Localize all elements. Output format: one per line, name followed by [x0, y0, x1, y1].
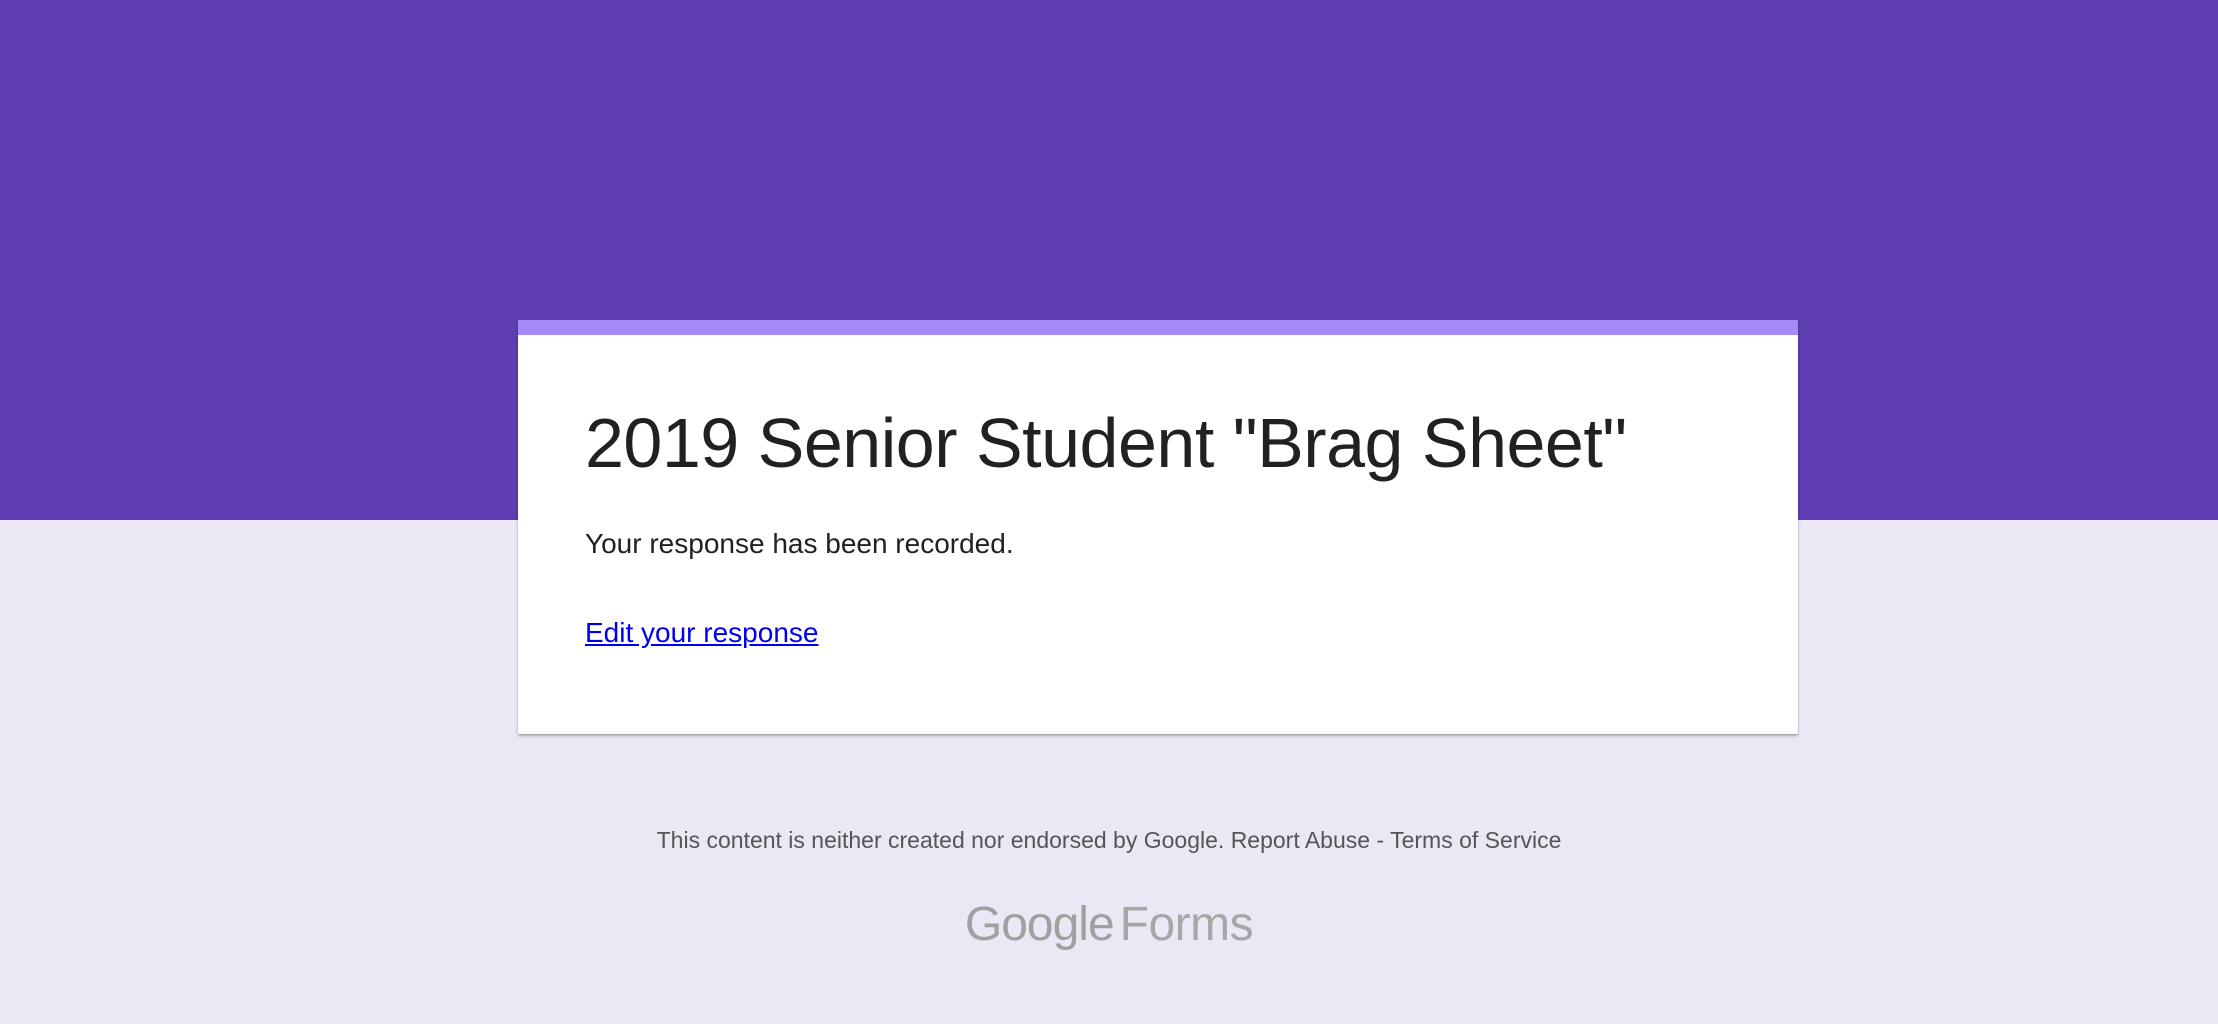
footer-disclaimer: This content is neither created nor endo…	[656, 827, 1225, 853]
edit-response-link[interactable]: Edit your response	[585, 615, 818, 651]
form-title: 2019 Senior Student "Brag Sheet"	[585, 404, 1627, 482]
footer-separator: -	[1376, 827, 1385, 853]
terms-of-service-link[interactable]: Terms of Service	[1390, 827, 1561, 853]
card-accent-bar	[518, 320, 1798, 335]
confirmation-message: Your response has been recorded.	[585, 528, 1014, 559]
google-forms-logo[interactable]: Google Forms	[0, 895, 2218, 955]
logo-brand: Google	[964, 898, 1115, 951]
footer: This content is neither created nor endo…	[0, 825, 2218, 855]
report-abuse-link[interactable]: Report Abuse	[1231, 827, 1370, 853]
confirmation-card: 2019 Senior Student "Brag Sheet" Your re…	[518, 320, 1798, 734]
logo-product: Forms	[1119, 898, 1254, 951]
